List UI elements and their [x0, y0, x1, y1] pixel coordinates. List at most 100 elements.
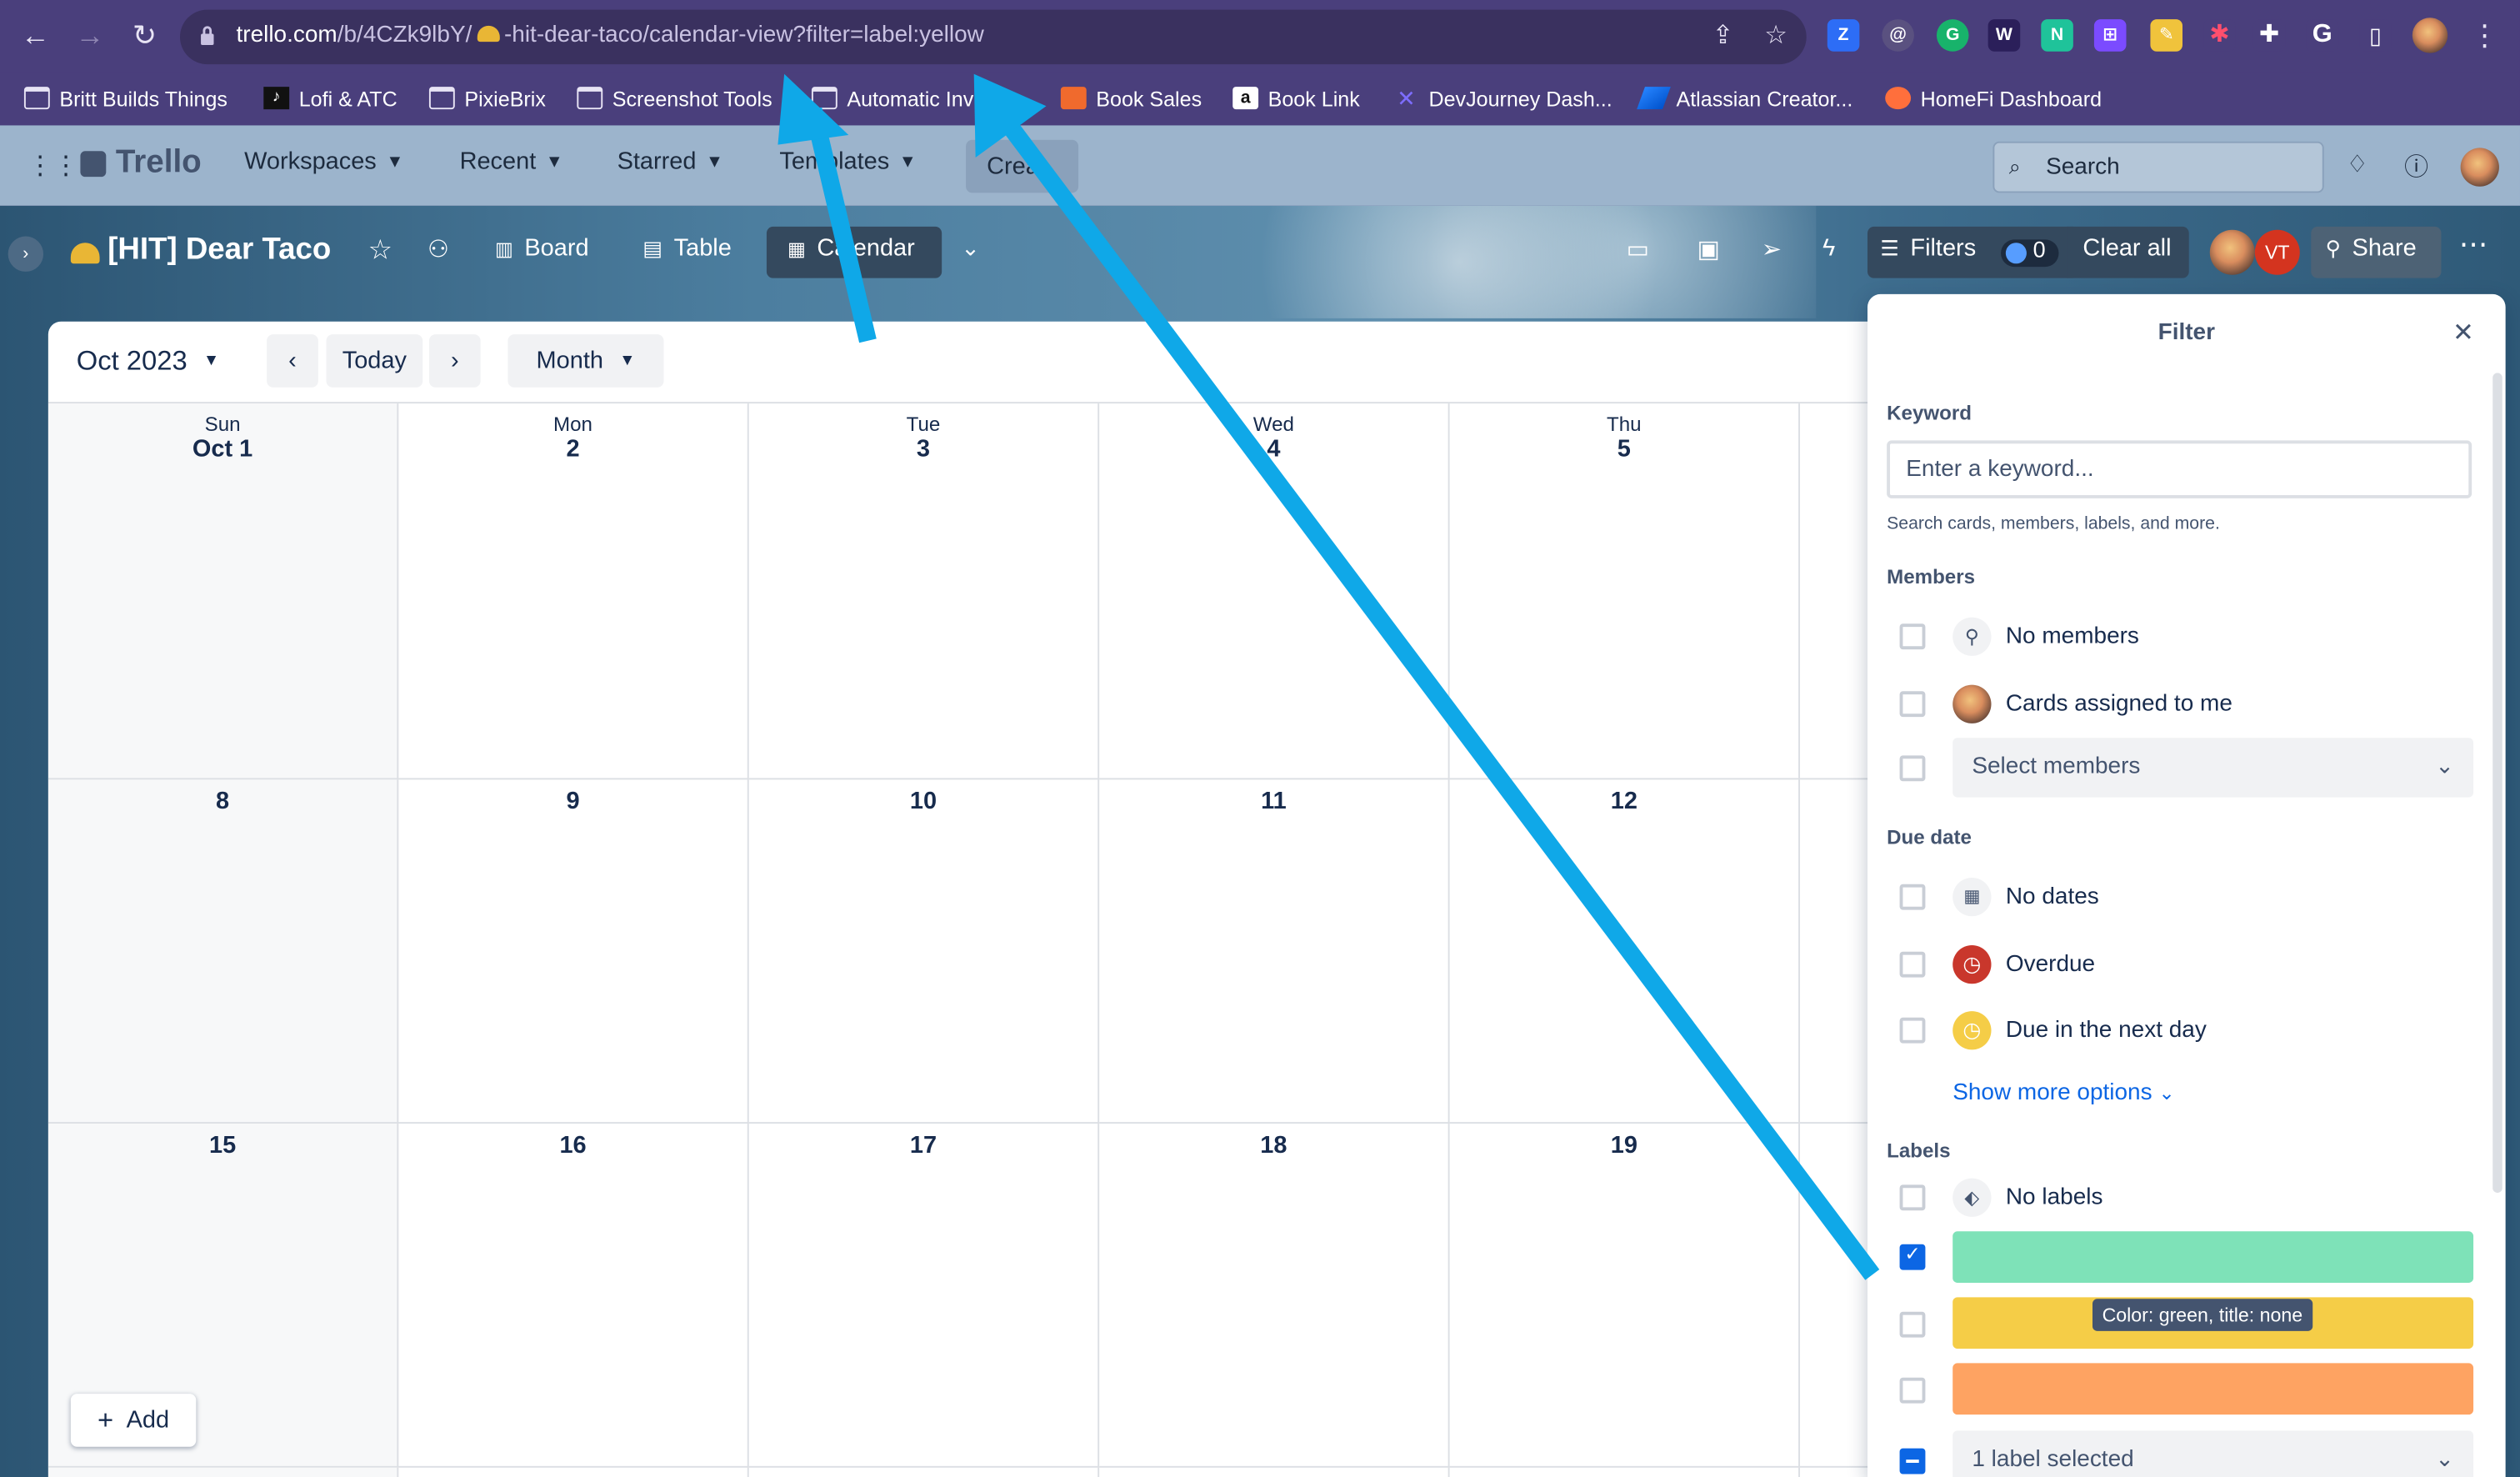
share-page-icon[interactable]: ⇪	[1707, 21, 1739, 53]
calendar-day-23[interactable]	[398, 1467, 749, 1477]
view-table-tab[interactable]: ▤ Table	[642, 235, 731, 263]
search-input[interactable]: ⌕ Search	[1992, 141, 2324, 193]
previous-month-button[interactable]: ‹	[267, 334, 318, 388]
calendar-day-19[interactable]: 19	[1449, 1124, 1800, 1468]
calendar-day-oct-1[interactable]: Sun Oct 1	[48, 403, 399, 780]
screen: ← → ↻ trello.com/b/4CZk9lbY/-hit-dear-ta…	[0, 0, 2520, 1477]
calendar-day-12[interactable]: 12	[1449, 779, 1800, 1124]
help-icon[interactable]: ⓘ	[2404, 149, 2428, 183]
bookmark-britt-builds-things[interactable]: Britt Builds Things	[23, 82, 228, 114]
calendar-day-10[interactable]: 10	[748, 779, 1100, 1124]
add-card-button[interactable]: + Add	[70, 1394, 197, 1447]
select-members-checkbox[interactable]	[1899, 755, 1926, 782]
filter-scrollbar[interactable]	[2492, 373, 2502, 1193]
green-label-checkbox[interactable]: ✓	[1899, 1242, 1926, 1270]
close-icon[interactable]: ✕	[2452, 317, 2474, 349]
bookmark-devjourney[interactable]: ✕ DevJourney Dash...	[1393, 82, 1612, 114]
no-dates-checkbox[interactable]	[1899, 884, 1926, 910]
grammarly-off-icon[interactable]: G	[1936, 19, 1969, 52]
address-bar[interactable]: trello.com/b/4CZk9lbY/-hit-dear-taco/cal…	[179, 9, 1807, 65]
menu-workspaces[interactable]: Workspaces ▼	[244, 148, 403, 175]
more-views-chevron-icon[interactable]: ⌄	[961, 235, 980, 263]
trello-logo[interactable]: Trello	[80, 145, 202, 182]
chevron-right-icon: ›	[450, 347, 459, 375]
calendar-day-8[interactable]: 8	[48, 779, 399, 1124]
power-up-icon[interactable]: ▭	[1627, 235, 1649, 263]
calendar-day-9[interactable]: 9	[398, 779, 749, 1124]
board-title[interactable]: [HIT] Dear Taco	[108, 233, 331, 268]
bookmark-pixiebrix[interactable]: PixieBrix	[428, 82, 546, 114]
calendar-day-26[interactable]	[1450, 1467, 1800, 1477]
account-avatar[interactable]	[2460, 148, 2499, 187]
bookmark-atlassian-creator[interactable]: Atlassian Creator...	[1637, 82, 1852, 114]
menu-starred[interactable]: Starred ▼	[618, 148, 723, 175]
orange-label-checkbox[interactable]	[1899, 1377, 1926, 1404]
browser-menu-icon[interactable]: ⋮	[2465, 16, 2503, 54]
calendar-day-5[interactable]: Thu 5	[1449, 403, 1800, 780]
notion-extension-icon[interactable]: N	[2041, 19, 2073, 52]
automation-send-icon[interactable]: ➢	[1762, 235, 1782, 263]
bookmark-book-sales[interactable]: Book Sales	[1060, 82, 1202, 114]
calendar-day-3[interactable]: Tue 3	[748, 403, 1100, 780]
bug-extension-icon[interactable]: ✱	[2203, 19, 2236, 52]
side-panel-icon[interactable]: ▯	[2359, 19, 2392, 52]
calendar-day-24[interactable]	[749, 1467, 1100, 1477]
profile-avatar[interactable]	[2412, 18, 2448, 53]
labels-selected-dropdown[interactable]: 1 label selected ⌄	[1952, 1430, 2474, 1477]
power-up-2-icon[interactable]: ▣	[1698, 235, 1720, 263]
notifications-icon[interactable]: ♢	[2347, 149, 2368, 178]
expand-sidebar-button[interactable]: ›	[8, 236, 44, 272]
view-board-tab[interactable]: ▥ Board	[495, 235, 589, 263]
assigned-to-me-checkbox[interactable]	[1899, 691, 1926, 718]
back-arrow-icon[interactable]: ←	[16, 16, 54, 54]
puzzle-extensions-icon[interactable]: ✚	[2252, 19, 2286, 52]
calendar-day-17[interactable]: 17	[748, 1124, 1100, 1468]
month-picker[interactable]: Oct 2023 ▼	[61, 334, 234, 388]
green-label[interactable]	[1952, 1231, 2474, 1283]
automation-bolt-icon[interactable]: ϟ	[1822, 235, 1835, 263]
bookmark-homefi[interactable]: HomeFi Dashboard	[1885, 82, 2102, 114]
calendar-day-2[interactable]: Mon 2	[398, 403, 749, 780]
board-menu-icon[interactable]: ⋯	[2459, 228, 2488, 262]
forward-arrow-icon[interactable]: →	[71, 16, 109, 54]
extension-icon[interactable]: @	[1882, 19, 1914, 52]
menu-templates[interactable]: Templates ▼	[779, 148, 916, 175]
calendar-day-18[interactable]: 18	[1099, 1124, 1450, 1468]
zoom-extension-icon[interactable]: Z	[1827, 19, 1860, 52]
calendar-day-25[interactable]	[1099, 1467, 1450, 1477]
select-members-dropdown[interactable]: Select members ⌄	[1952, 738, 2474, 798]
no-labels-checkbox[interactable]	[1899, 1184, 1926, 1211]
overdue-checkbox[interactable]	[1899, 951, 1926, 978]
member-avatar[interactable]	[2209, 229, 2255, 275]
reload-icon[interactable]: ↻	[125, 16, 163, 54]
bookmark-book-link[interactable]: a Book Link	[1232, 82, 1360, 114]
calendar-day-4[interactable]: Wed 4	[1099, 403, 1450, 780]
show-more-options-link[interactable]: Show more options ⌄	[1952, 1080, 2175, 1106]
extension-w-icon[interactable]: W	[1988, 19, 2021, 52]
bookmark-screenshot-tools[interactable]: Screenshot Tools	[577, 82, 772, 114]
member-vt-avatar[interactable]: VT	[2254, 229, 2300, 275]
bookmark-star-icon[interactable]: ☆	[1760, 21, 1792, 53]
view-mode-select[interactable]: Month ▼	[508, 334, 664, 388]
today-button[interactable]: Today	[326, 334, 423, 388]
keyword-input[interactable]	[1887, 440, 2472, 498]
menu-recent[interactable]: Recent ▼	[460, 148, 563, 175]
yellow-label-checkbox[interactable]	[1899, 1311, 1926, 1338]
filter-toggle[interactable]	[2001, 239, 2059, 268]
extension-pen-icon[interactable]: ✎	[2150, 19, 2182, 52]
labels-selected-checkbox[interactable]	[1899, 1448, 1926, 1474]
due-next-day-checkbox[interactable]	[1899, 1017, 1926, 1044]
orange-label[interactable]	[1952, 1363, 2474, 1415]
no-members-checkbox[interactable]	[1899, 623, 1926, 650]
star-board-icon[interactable]: ☆	[368, 235, 392, 268]
visibility-icon[interactable]: ⚇	[428, 235, 449, 263]
next-month-button[interactable]: ›	[428, 334, 481, 388]
calendar-day-16[interactable]: 16	[398, 1124, 749, 1468]
bookmark-lofi-atc[interactable]: ♪ Lofi & ATC	[263, 82, 398, 114]
google-icon[interactable]: G	[2306, 19, 2339, 52]
bookmark-automatic-inv[interactable]: Automatic Inv	[811, 82, 973, 114]
extension-grid-icon[interactable]: ⊞	[2093, 19, 2127, 52]
calendar-day-11[interactable]: 11	[1099, 779, 1450, 1124]
calendar-day-22[interactable]	[48, 1467, 399, 1477]
checkmark-icon: ✓	[1904, 1242, 1921, 1265]
